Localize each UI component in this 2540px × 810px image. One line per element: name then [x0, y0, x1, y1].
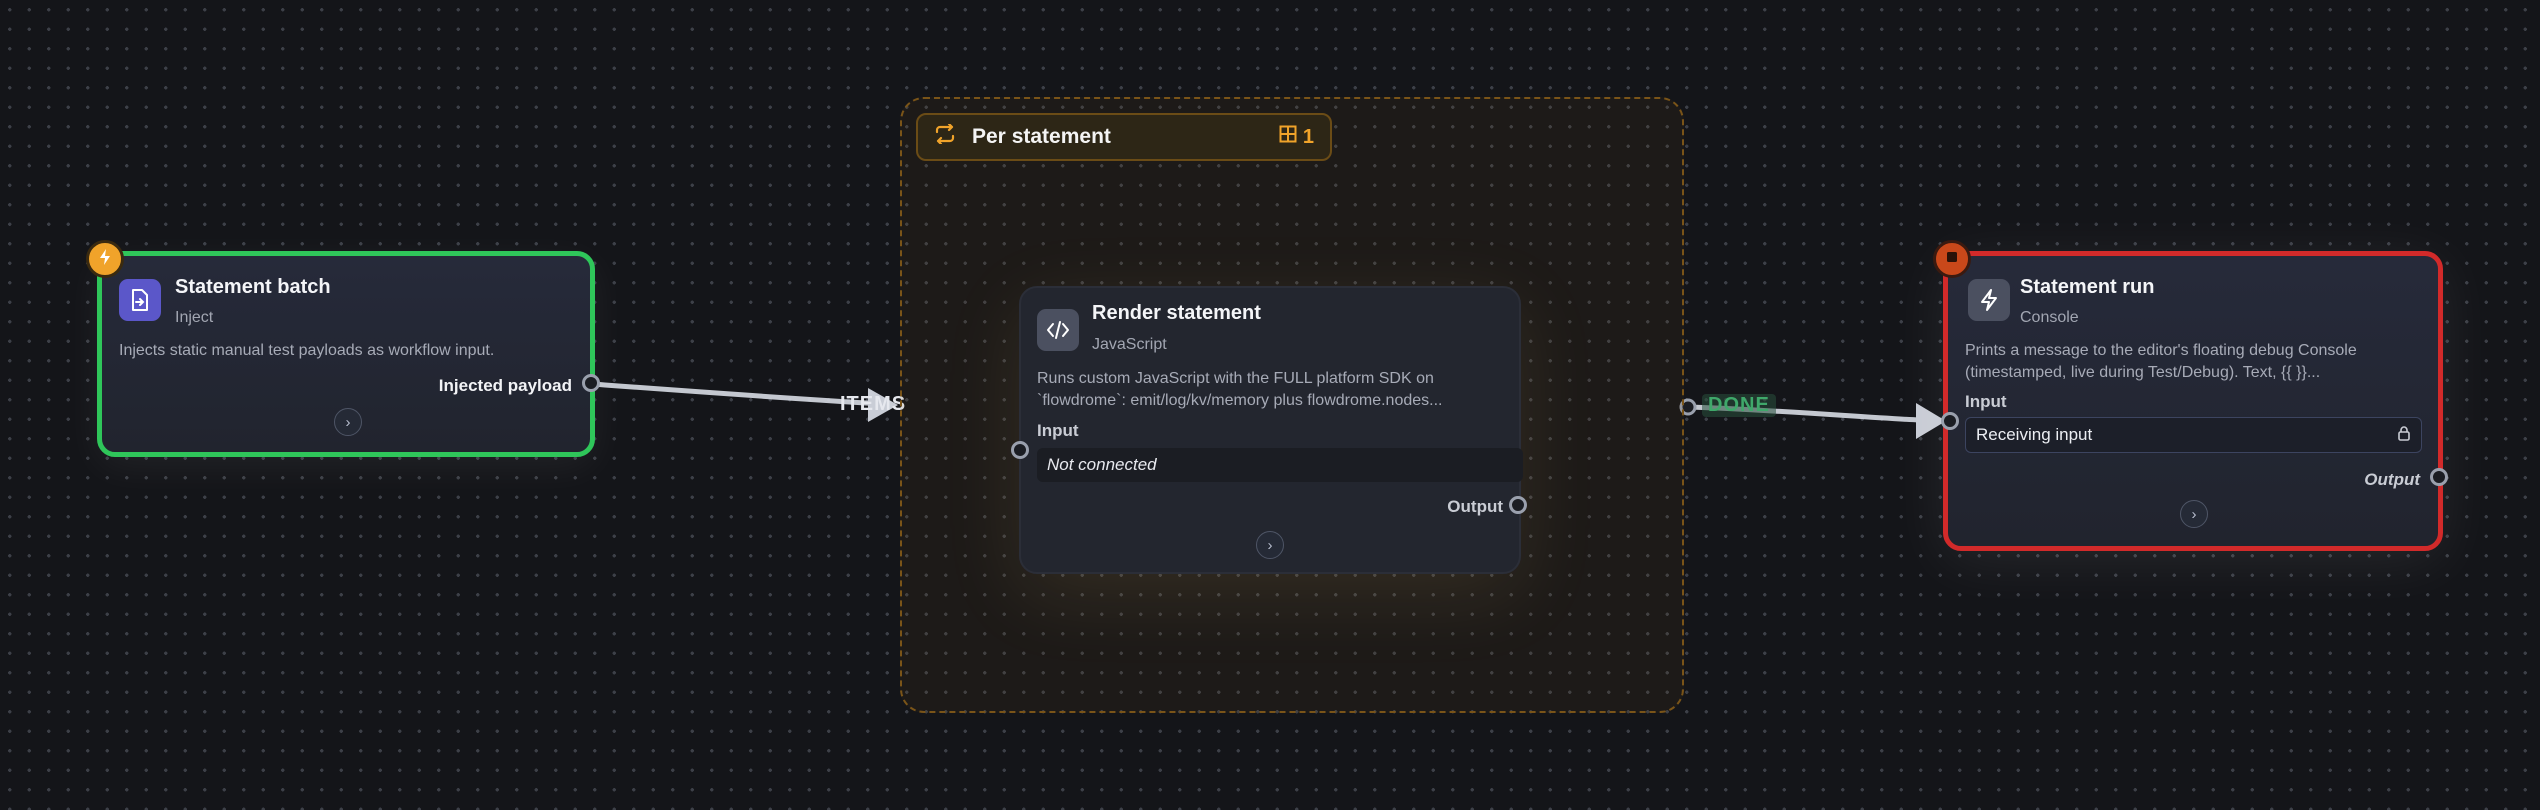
chevron-right-icon: › — [2191, 505, 2197, 523]
node-type: Inject — [175, 309, 214, 326]
input-section-label: Input — [1965, 392, 2007, 411]
expand-button[interactable]: › — [334, 408, 362, 436]
output-port-label: Output — [1447, 497, 1503, 516]
node-type: JavaScript — [1092, 336, 1167, 353]
node-title: Statement run — [2020, 276, 2155, 298]
input-value-text: Receiving input — [1976, 425, 2093, 444]
chevron-right-icon: › — [1267, 536, 1273, 554]
node-description: Injects static manual test payloads as w… — [119, 342, 495, 359]
bolt-icon — [1968, 279, 2010, 321]
node-statement-batch[interactable]: Statement batch Inject Injects static ma… — [97, 251, 595, 457]
loop-title: Per statement — [972, 125, 1111, 148]
file-import-icon — [119, 279, 161, 321]
node-title: Render statement — [1092, 302, 1261, 324]
input-value-field: Receiving input — [1965, 417, 2422, 453]
trigger-badge — [86, 240, 124, 278]
loop-iteration-count: 1 — [1302, 125, 1314, 148]
output-port-label: Output — [2364, 470, 2420, 489]
node-description-line2: (timestamped, live during Test/Debug). T… — [1965, 364, 2321, 381]
console-output-port[interactable] — [2430, 468, 2448, 486]
node-description-line1: Prints a message to the editor's floatin… — [1965, 342, 2357, 359]
chevron-right-icon: › — [345, 413, 351, 431]
table-grid-icon — [1279, 125, 1297, 149]
input-value-field: Not connected — [1037, 448, 1523, 482]
workflow-canvas[interactable]: ITEMS DONE Per statement 1 Statement bat… — [0, 0, 2540, 810]
expand-button[interactable]: › — [2180, 500, 2208, 528]
render-output-port[interactable] — [1509, 496, 1527, 514]
lightning-icon — [97, 248, 113, 271]
stop-badge[interactable] — [1933, 240, 1971, 278]
edge-label-done: DONE — [1702, 394, 1776, 417]
console-input-port[interactable] — [1941, 412, 1959, 430]
stop-icon — [1945, 250, 1959, 269]
node-title: Statement batch — [175, 276, 331, 298]
input-section-label: Input — [1037, 421, 1079, 440]
node-description-line2: `flowdrome`: emit/log/kv/memory plus flo… — [1037, 392, 1443, 409]
repeat-icon — [934, 122, 960, 151]
node-description-line1: Runs custom JavaScript with the FULL pla… — [1037, 370, 1434, 387]
edge-label-items: ITEMS — [840, 393, 907, 415]
expand-button[interactable]: › — [1256, 531, 1284, 559]
output-port-label: Injected payload — [438, 376, 572, 395]
node-type: Console — [2020, 309, 2079, 326]
render-input-port[interactable] — [1011, 441, 1029, 459]
node-statement-run[interactable]: Statement run Console Prints a message t… — [1943, 251, 2443, 551]
code-icon — [1037, 309, 1079, 351]
lock-icon — [2397, 425, 2411, 446]
input-value-text: Not connected — [1047, 455, 1157, 474]
loop-header[interactable]: Per statement 1 — [916, 113, 1332, 161]
batch-output-port[interactable] — [582, 374, 600, 392]
node-render-statement[interactable]: Render statement JavaScript Runs custom … — [1019, 286, 1523, 574]
